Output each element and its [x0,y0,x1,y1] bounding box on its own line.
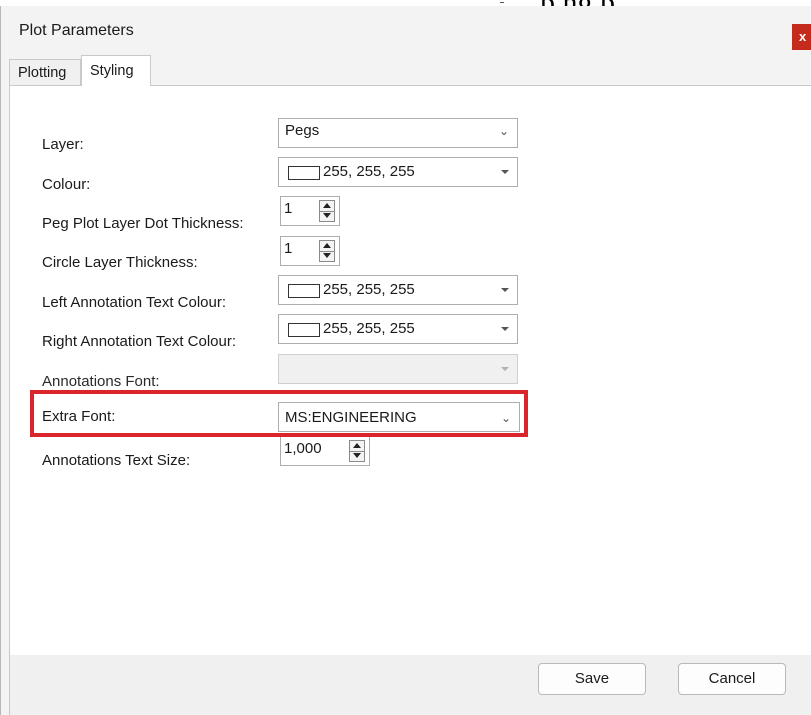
annotations-text-size-value: 1,000 [284,440,322,457]
circle-thickness-stepper[interactable]: 1 [280,236,340,266]
right-annotation-colour-value: 255, 255, 255 [323,320,415,337]
dropdown-arrow-icon [501,367,509,371]
arrow-down-icon [353,453,361,458]
arrow-up-icon [323,203,331,208]
colour-swatch [288,166,320,180]
left-annotation-colour-dropdown[interactable]: 255, 255, 255 [278,275,518,305]
annotations-font-label: Annotations Font: [42,373,160,390]
styling-panel: Layer: Pegs ⌄ Colour: 255, 255, 255 Peg … [9,85,811,655]
circle-thickness-value: 1 [284,240,293,257]
layer-dropdown[interactable]: Pegs ⌄ [278,118,518,148]
tab-plotting[interactable]: Plotting [9,59,81,86]
close-button[interactable]: x [792,24,811,50]
colour-swatch [288,323,320,337]
stepper-buttons [349,440,365,462]
right-annotation-colour-label: Right Annotation Text Colour: [42,333,237,350]
stepper-buttons [319,200,335,222]
colour-label: Colour: [42,176,91,193]
peg-dot-thickness-value: 1 [284,200,293,217]
left-annotation-colour-value: 255, 255, 255 [323,281,415,298]
extra-font-highlight-box [30,390,528,437]
background-divider [500,2,504,3]
stepper-buttons [319,240,335,262]
dropdown-arrow-icon [501,288,509,292]
colour-value: 255, 255, 255 [323,163,415,180]
right-annotation-colour-dropdown[interactable]: 255, 255, 255 [278,314,518,344]
annotations-text-size-stepper[interactable]: 1,000 [280,436,370,466]
left-annotation-colour-label: Left Annotation Text Colour: [42,294,227,311]
tab-styling[interactable]: Styling [81,55,151,86]
circle-thickness-label: Circle Layer Thickness: [42,254,198,271]
save-button[interactable]: Save [538,663,646,695]
title-bar[interactable]: Plot Parameters [1,6,811,50]
dropdown-arrow-icon [501,327,509,331]
arrow-down-icon [323,253,331,258]
chevron-down-icon: ⌄ [498,124,509,138]
peg-dot-thickness-label: Peg Plot Layer Dot Thickness: [42,215,244,232]
layer-value: Pegs [285,122,320,139]
annotations-text-size-label: Annotations Text Size: [42,452,191,469]
colour-dropdown[interactable]: 255, 255, 255 [278,157,518,187]
cancel-button[interactable]: Cancel [678,663,786,695]
arrow-down-icon [323,213,331,218]
decrement-button[interactable] [350,451,364,461]
arrow-up-icon [353,443,361,448]
annotations-font-dropdown [278,354,518,384]
plot-parameters-dialog: Plot Parameters x Plotting Styling Layer… [0,6,811,715]
decrement-button[interactable] [320,251,334,261]
layer-label: Layer: [42,136,84,153]
dropdown-arrow-icon [501,170,509,174]
colour-swatch [288,284,320,298]
decrement-button[interactable] [320,211,334,221]
dialog-title: Plot Parameters [19,22,134,39]
peg-dot-thickness-stepper[interactable]: 1 [280,196,340,226]
arrow-up-icon [323,243,331,248]
